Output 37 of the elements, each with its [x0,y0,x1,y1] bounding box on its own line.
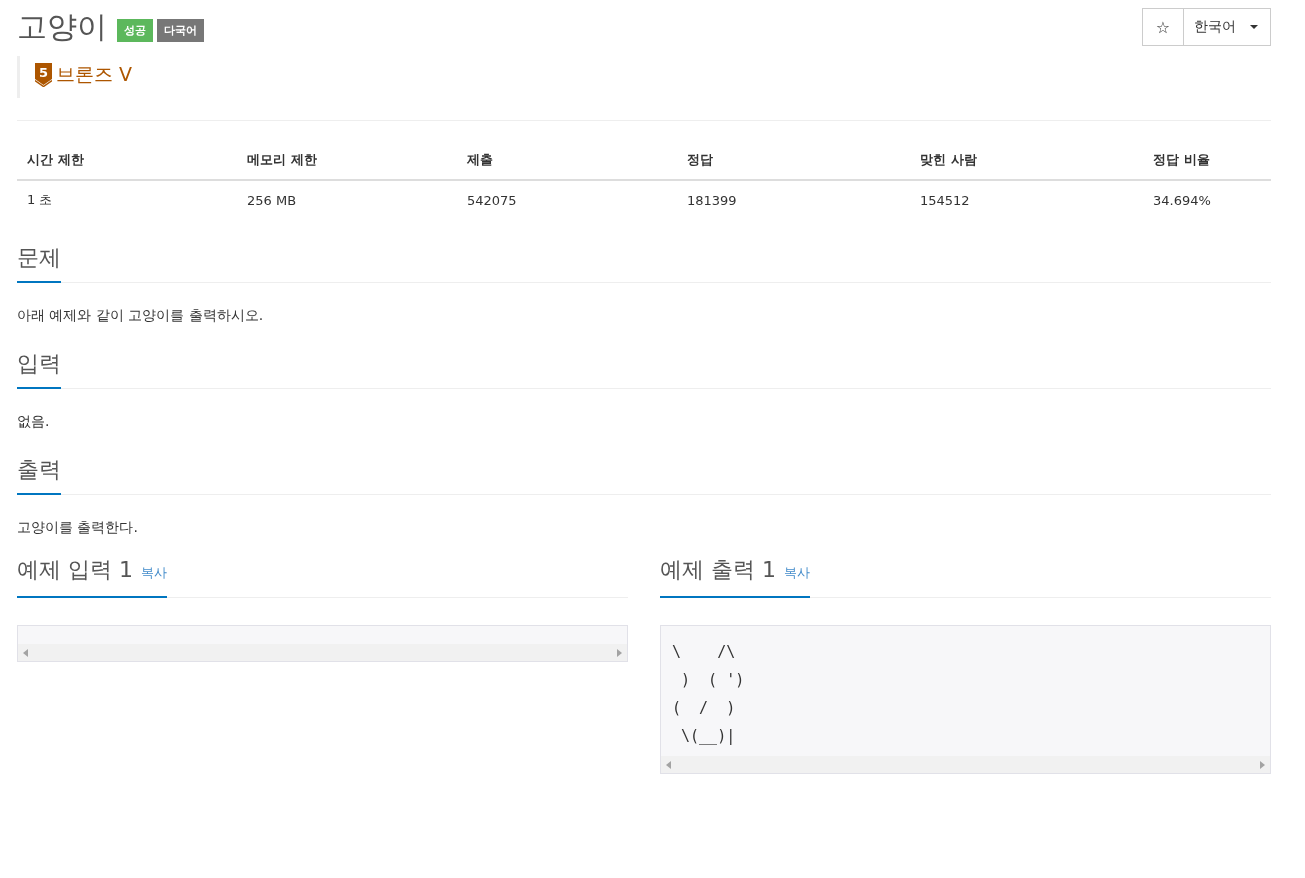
table-cell: 256 MB [237,180,457,219]
table-cell: 34.694% [1143,180,1271,219]
problem-title: 고양이 [17,8,107,46]
column-header: 정답 [677,141,910,180]
column-header: 메모리 제한 [237,141,457,180]
scroll-right-icon[interactable] [616,648,622,657]
column-header: 제출 [457,141,677,180]
caret-icon [1250,25,1258,29]
table-cell: 542075 [457,180,677,219]
tier-shield-icon: 5 [35,63,52,87]
scroll-left-icon[interactable] [666,760,672,769]
table-cell: 1 초 [17,180,237,219]
horizontal-scrollbar[interactable] [661,756,1270,773]
sample-heading: 예제 입력 1 [17,556,133,584]
section-heading: 문제 [17,243,61,283]
sample-heading: 예제 출력 1 [660,556,776,584]
section-text: 없음. [17,412,51,431]
section-text: 고양이를 출력한다. [17,518,139,537]
table-cell: 181399 [677,180,910,219]
favorite-star-button[interactable]: ☆ [1142,8,1184,46]
status-label: 성공 [117,18,153,42]
section-heading: 출력 [17,455,61,495]
tier-link[interactable]: 브론즈 V [56,62,133,88]
section-text: 아래 예제와 같이 고양이를 출력하시오. [17,306,265,325]
horizontal-scrollbar[interactable] [18,644,627,661]
copy-link[interactable]: 복사 [141,558,167,588]
column-header: 맞힌 사람 [910,141,1143,180]
status-label: 다국어 [157,18,204,42]
copy-link[interactable]: 복사 [784,558,810,588]
column-header: 시간 제한 [17,141,237,180]
scroll-left-icon[interactable] [23,648,29,657]
section-heading: 입력 [17,349,61,389]
column-header: 정답 비율 [1143,141,1271,180]
sample-output-text: \ /\ ) ( ') ( / ) \(__)| [671,642,746,747]
language-dropdown[interactable]: 한국어 [1184,8,1271,46]
table-cell: 154512 [910,180,1143,219]
scroll-right-icon[interactable] [1259,760,1265,769]
